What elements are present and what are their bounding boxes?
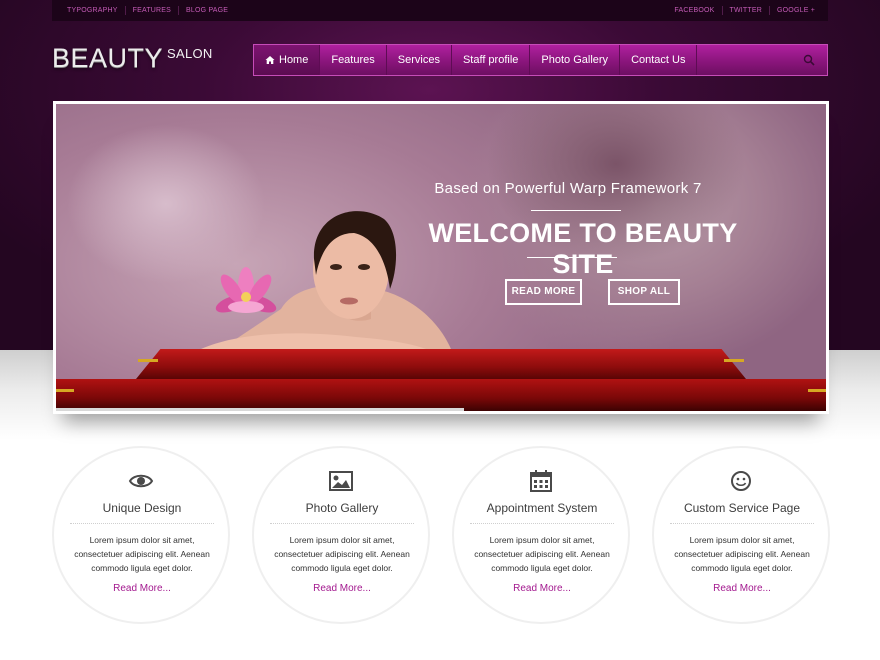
slide-title: WELCOME TO BEAUTY SITE [428, 218, 738, 279]
calendar-icon [530, 470, 552, 492]
hero-slideshow: Based on Powerful Warp Framework 7 WELCO… [53, 101, 829, 414]
logo-main-text: BEAUTY [52, 43, 164, 73]
feature-text: Lorem ipsum dolor sit amet, consectetuer… [274, 535, 410, 573]
image-icon [329, 471, 353, 491]
nav-item-staff-profile[interactable]: Staff profile [452, 45, 531, 75]
podium-gold-trim-right [808, 389, 826, 392]
feature-title: Appointment System [486, 501, 598, 515]
feature-photo-gallery: Photo Gallery Lorem ipsum dolor sit amet… [252, 446, 430, 624]
toolbar-link-google-plus[interactable]: GOOGLE + [769, 6, 822, 15]
podium-gold-trim-top-left [138, 359, 158, 362]
nav-item-services[interactable]: Services [387, 45, 452, 75]
feature-title: Custom Service Page [683, 501, 801, 515]
feature-read-more-link[interactable]: Read More... [454, 583, 630, 594]
feature-title: Photo Gallery [305, 501, 379, 515]
toolbar-link-features[interactable]: FEATURES [124, 6, 178, 15]
feature-divider [270, 523, 414, 524]
nav-item-label: Services [397, 54, 440, 66]
feature-unique-design: Unique Design Lorem ipsum dolor sit amet… [52, 446, 230, 624]
feature-divider [470, 523, 614, 524]
nav-item-label: Photo Gallery [541, 54, 609, 66]
nav-item-label: Home [279, 54, 309, 66]
nav-item-photo-gallery[interactable]: Photo Gallery [530, 45, 621, 75]
hero-slide: Based on Powerful Warp Framework 7 WELCO… [56, 104, 826, 411]
feature-read-more-link[interactable]: Read More... [654, 583, 830, 594]
feature-appointment-system: Appointment System Lorem ipsum dolor sit… [452, 446, 630, 624]
feature-divider [70, 523, 214, 524]
toolbar-link-twitter[interactable]: TWITTER [721, 6, 770, 15]
feature-read-more-link[interactable]: Read More... [254, 583, 430, 594]
read-more-button[interactable]: READ MORE [505, 279, 582, 305]
shop-all-button[interactable]: SHOP ALL [608, 279, 680, 305]
logo-sub-text: SALON [167, 46, 213, 61]
nav-item-features[interactable]: Features [320, 45, 387, 75]
feature-custom-service-page: Custom Service Page Lorem ipsum dolor si… [652, 446, 830, 624]
toolbar-left-menu: TYPOGRAPHY FEATURES BLOG PAGE [60, 0, 235, 21]
feature-title: Unique Design [102, 501, 182, 515]
feature-read-more-link[interactable]: Read More... [54, 583, 230, 594]
nav-item-label: Staff profile [462, 54, 519, 66]
nav-item-home[interactable]: Home [254, 45, 321, 75]
podium-gold-trim-top-right [724, 359, 744, 362]
toolbar: TYPOGRAPHY FEATURES BLOG PAGE FACEBOOK T… [52, 0, 828, 21]
toolbar-link-blog-page[interactable]: BLOG PAGE [178, 6, 235, 15]
home-icon [265, 56, 275, 64]
feature-text: Lorem ipsum dolor sit amet, consectetuer… [674, 535, 810, 573]
toolbar-link-facebook[interactable]: FACEBOOK [667, 6, 721, 15]
slide-divider-bottom [527, 257, 617, 258]
eye-icon [128, 474, 154, 488]
nav-item-label: Features [331, 54, 375, 66]
podium-bottom-step [56, 379, 826, 411]
feature-text: Lorem ipsum dolor sit amet, consectetuer… [474, 535, 610, 573]
search-icon[interactable] [803, 54, 815, 66]
feature-divider [670, 523, 814, 524]
slide-subtitle: Based on Powerful Warp Framework 7 [434, 180, 702, 197]
slide-progress-bar [56, 408, 465, 411]
slide-divider-top [531, 210, 621, 211]
toolbar-social-menu: FACEBOOK TWITTER GOOGLE + [667, 0, 822, 21]
nav-item-label: Contact Us [631, 54, 686, 66]
feature-text: Lorem ipsum dolor sit amet, consectetuer… [74, 535, 210, 573]
smiley-icon [731, 471, 751, 491]
site-logo[interactable]: BEAUTY SALON [52, 42, 213, 72]
lotus-flower [215, 267, 277, 313]
podium-top-step [136, 349, 746, 379]
main-navigation: Home Features Services Staff profile Pho… [253, 44, 828, 76]
toolbar-link-typography[interactable]: TYPOGRAPHY [60, 6, 125, 15]
podium-gold-trim-left [56, 389, 74, 392]
nav-item-contact-us[interactable]: Contact Us [620, 45, 698, 75]
